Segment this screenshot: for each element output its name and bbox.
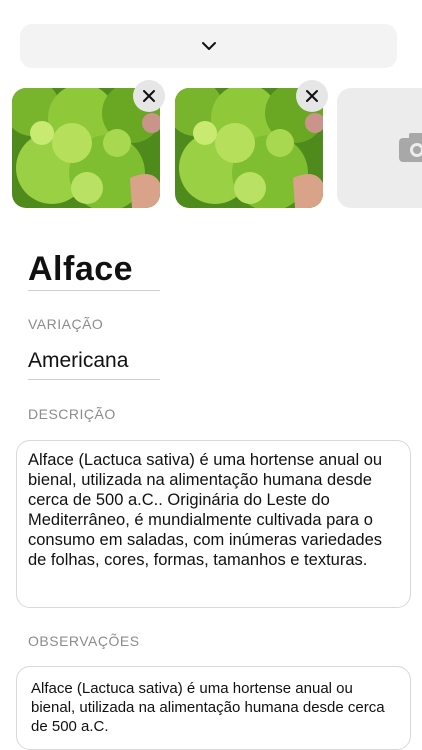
collapse-button[interactable]	[20, 24, 397, 68]
description-field[interactable]: Alface (Lactuca sativa) é uma hortense a…	[16, 440, 411, 608]
variation-field[interactable]: Americana	[28, 346, 160, 380]
plant-detail-screen: Alface VARIAÇÃO Americana DESCRIÇÃO Alfa…	[0, 0, 422, 750]
remove-photo-button[interactable]	[296, 80, 328, 112]
camera-icon	[399, 133, 422, 162]
description-label: DESCRIÇÃO	[28, 406, 116, 422]
close-icon	[306, 90, 318, 102]
remove-photo-button[interactable]	[133, 80, 165, 112]
observations-label: OBSERVAÇÕES	[28, 633, 140, 649]
add-photo-button[interactable]	[337, 88, 422, 208]
variation-label: VARIAÇÃO	[28, 316, 104, 332]
observations-field[interactable]: Alface (Lactuca sativa) é uma hortense a…	[16, 666, 411, 750]
plant-name[interactable]: Alface	[28, 250, 160, 291]
close-icon	[143, 90, 155, 102]
chevron-down-icon	[201, 42, 216, 50]
